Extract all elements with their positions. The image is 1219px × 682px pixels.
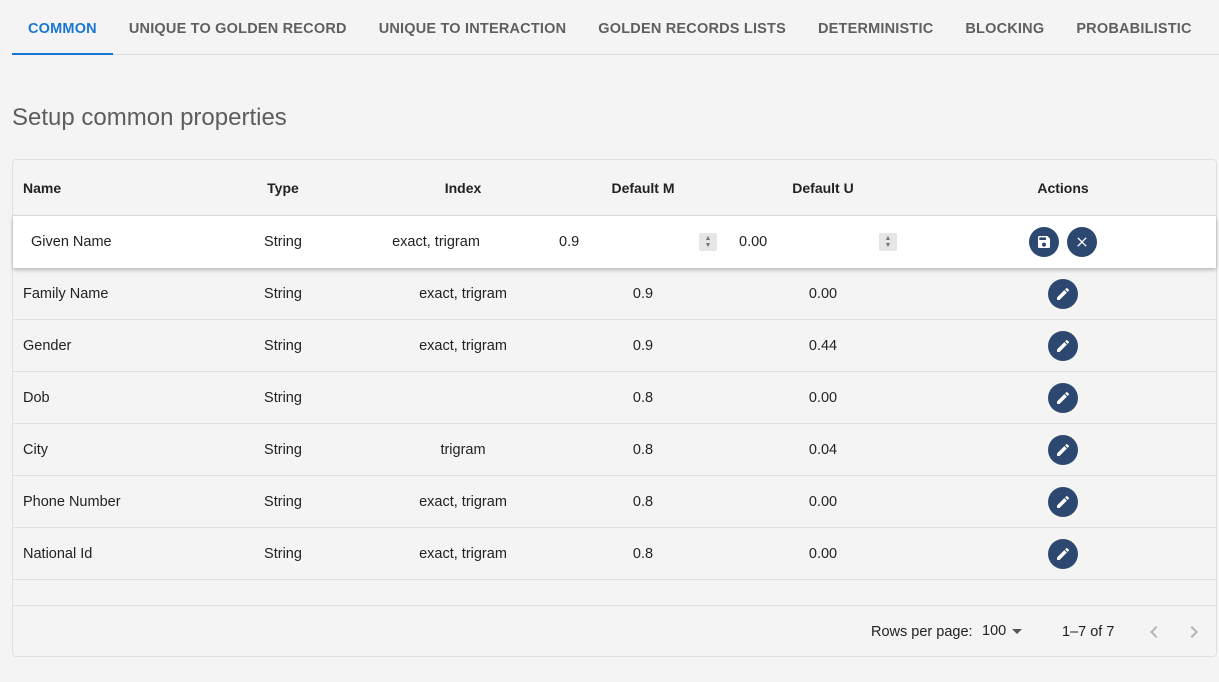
cell-default-u: 0.00 <box>808 285 838 302</box>
edit-button[interactable] <box>1048 330 1078 361</box>
cell-index: trigram <box>440 441 486 458</box>
chevron-right-icon <box>1190 626 1198 638</box>
tab-common[interactable]: COMMON <box>12 0 113 55</box>
page-title: Setup common properties <box>12 104 287 131</box>
cell-index: exact, trigram <box>419 285 507 302</box>
edit-icon <box>1057 339 1070 352</box>
default-m-spinner[interactable]: ▲ ▼ <box>699 233 717 251</box>
cell-index: exact, trigram <box>419 493 507 510</box>
table-row: Family Name String exact, trigram 0.9 0.… <box>13 268 1216 320</box>
cell-type: String <box>264 493 302 510</box>
cell-default-m: 0.9 <box>632 285 654 302</box>
cell-default-u: 0.00 <box>808 389 838 406</box>
cell-default-m: 0.8 <box>632 441 654 458</box>
cell-default-u: 0.04 <box>808 441 838 458</box>
table-row: National Id String exact, trigram 0.8 0.… <box>13 528 1216 580</box>
table-row: City String trigram 0.8 0.04 <box>13 424 1216 476</box>
save-button[interactable] <box>1029 227 1059 257</box>
cell-type: String <box>264 545 302 562</box>
row-actions <box>963 528 1163 579</box>
pagination-range: 1–7 of 7 <box>1062 624 1115 640</box>
cell-name: National Id <box>23 545 93 562</box>
tab-probabilistic[interactable]: PROBABILISTIC <box>1060 0 1207 54</box>
tab-blocking[interactable]: BLOCKING <box>949 0 1060 54</box>
cell-name: Phone Number <box>23 493 121 510</box>
save-icon <box>1038 236 1050 248</box>
default-u-value: 0.00 <box>739 234 768 250</box>
header-default-m[interactable]: Default M <box>553 160 733 215</box>
edit-icon <box>1057 547 1070 560</box>
tab-deterministic[interactable]: DETERMINISTIC <box>802 0 949 54</box>
next-page-button[interactable] <box>1182 620 1206 644</box>
table-row-editing: Given Name String exact, trigram 0.9 ▲ ▼ … <box>13 216 1216 268</box>
table-row: Phone Number String exact, trigram 0.8 0… <box>13 476 1216 528</box>
cell-index: exact, trigram <box>392 234 480 250</box>
edit-button[interactable] <box>1048 434 1078 465</box>
cell-name: Family Name <box>23 285 109 302</box>
cell-index: exact, trigram <box>419 545 507 562</box>
header-name[interactable]: Name <box>23 160 223 215</box>
edit-button[interactable] <box>1048 382 1078 413</box>
properties-table: Name Type Index Default M Default U Acti… <box>12 159 1217 657</box>
cell-name: Dob <box>23 389 50 406</box>
default-u-input[interactable]: 0.00 ▲ ▼ <box>739 216 899 268</box>
header-type[interactable]: Type <box>233 160 333 215</box>
row-actions <box>963 216 1163 268</box>
row-actions <box>963 320 1163 371</box>
row-actions <box>963 268 1163 319</box>
rows-per-page-select[interactable]: 100 <box>982 623 1006 639</box>
cell-type: String <box>264 337 302 354</box>
edit-icon <box>1057 443 1070 456</box>
edit-icon <box>1057 287 1070 300</box>
row-actions <box>963 476 1163 527</box>
table-header: Name Type Index Default M Default U Acti… <box>13 160 1216 216</box>
cell-default-m: 0.8 <box>632 389 654 406</box>
header-index[interactable]: Index <box>363 160 563 215</box>
cell-index <box>363 372 563 423</box>
tab-unique-to-interaction[interactable]: UNIQUE TO INTERACTION <box>363 0 583 54</box>
table-row: Dob String 0.8 0.00 <box>13 372 1216 424</box>
default-m-value: 0.9 <box>559 234 580 250</box>
tab-unique-to-golden-record[interactable]: UNIQUE TO GOLDEN RECORD <box>113 0 363 54</box>
header-actions: Actions <box>1037 179 1089 196</box>
cell-default-m: 0.8 <box>632 493 654 510</box>
cell-default-u: 0.44 <box>808 337 838 354</box>
previous-page-button[interactable] <box>1142 620 1166 644</box>
cell-default-u: 0.00 <box>808 493 838 510</box>
tab-golden-records-lists[interactable]: GOLDEN RECORDS LISTS <box>582 0 802 54</box>
cancel-button[interactable] <box>1067 227 1097 257</box>
close-icon <box>1077 237 1087 247</box>
cell-default-m: 0.9 <box>632 337 654 354</box>
cell-name: City <box>23 441 48 458</box>
cell-index: exact, trigram <box>419 337 507 354</box>
cell-name: Gender <box>23 337 72 354</box>
table-pagination: Rows per page: 100 1–7 of 7 <box>13 605 1216 657</box>
cell-name: Given Name <box>31 234 112 250</box>
default-u-spinner[interactable]: ▲ ▼ <box>879 233 897 251</box>
row-actions <box>963 372 1163 423</box>
cell-default-m: 0.8 <box>632 545 654 562</box>
chevron-left-icon <box>1150 626 1158 638</box>
cell-default-u: 0.00 <box>808 545 838 562</box>
row-actions <box>963 424 1163 475</box>
caret-down-icon[interactable] <box>1012 629 1022 634</box>
tab-bar: COMMON UNIQUE TO GOLDEN RECORD UNIQUE TO… <box>12 0 1219 55</box>
edit-button[interactable] <box>1048 278 1078 309</box>
header-default-u[interactable]: Default U <box>733 160 913 215</box>
edit-button[interactable] <box>1048 486 1078 517</box>
edit-button[interactable] <box>1048 538 1078 569</box>
cell-type: String <box>264 389 302 406</box>
cell-type: String <box>264 234 302 250</box>
edit-icon <box>1057 391 1070 404</box>
default-m-input[interactable]: 0.9 ▲ ▼ <box>559 216 719 268</box>
cell-type: String <box>264 285 302 302</box>
edit-icon <box>1057 495 1070 508</box>
rows-per-page-label: Rows per page: <box>871 624 973 640</box>
table-row: Gender String exact, trigram 0.9 0.44 <box>13 320 1216 372</box>
cell-type: String <box>264 441 302 458</box>
